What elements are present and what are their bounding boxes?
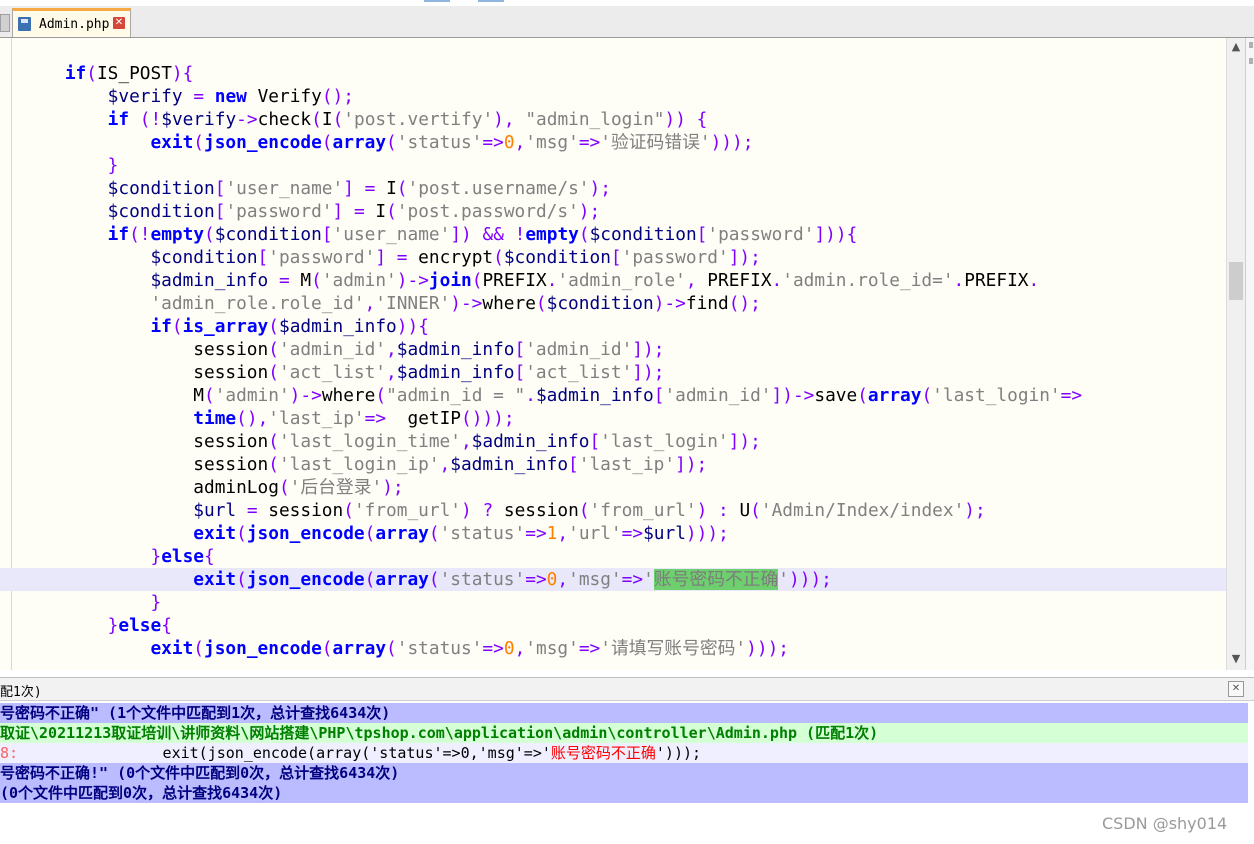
result-search-summary[interactable]: 号密码不正确!" (0个文件中匹配到0次，总计查找6434次) xyxy=(0,763,1248,783)
code-line[interactable]: exit(json_encode(array('status'=>1,'url'… xyxy=(22,522,1226,545)
side-panel-marker xyxy=(1249,42,1253,48)
result-file-line[interactable]: 取证\20211213取证培训\讲师资料\网站搭建\PHP\tpshop.com… xyxy=(0,723,1248,743)
current-code-line[interactable]: exit(json_encode(array('status'=>0,'msg'… xyxy=(0,568,1226,591)
scroll-down-icon[interactable]: ▼ xyxy=(1227,650,1245,668)
editor-vertical-scrollbar[interactable]: ▲ ▼ xyxy=(1226,38,1245,670)
result-match-line[interactable]: 8: exit(json_encode(array('status'=>0,'m… xyxy=(0,743,1248,763)
code-text[interactable]: if(IS_POST){ $verify = new Verify(); if … xyxy=(0,62,1226,660)
result-search-summary[interactable]: 号密码不正确" (1个文件中匹配到1次，总计查找6434次) xyxy=(0,703,1248,723)
code-line[interactable]: time(),'last_ip'=> getIP())); xyxy=(22,407,1226,430)
tab-scroll-left-button[interactable] xyxy=(0,14,10,32)
result-search-summary[interactable]: (0个文件中匹配到0次，总计查找6434次) xyxy=(0,783,1248,803)
scrollbar-thumb[interactable] xyxy=(1229,262,1243,300)
code-line[interactable]: session('admin_id',$admin_info['admin_id… xyxy=(22,338,1226,361)
code-line[interactable]: $admin_info = M('admin')->join(PREFIX.'a… xyxy=(22,269,1226,292)
code-line[interactable]: exit(json_encode(array('status'=>0,'msg'… xyxy=(22,637,1226,660)
code-line[interactable]: session('last_login_time',$admin_info['l… xyxy=(22,430,1226,453)
code-line[interactable]: session('last_login_ip',$admin_info['las… xyxy=(22,453,1226,476)
watermark: CSDN @shy014 xyxy=(1102,814,1228,833)
toolbar-remnant xyxy=(424,0,450,2)
find-results-titlebar: 配1次) ✕ xyxy=(0,677,1254,701)
tab-label: Admin.php xyxy=(39,17,110,32)
code-line[interactable]: $verify = new Verify(); xyxy=(22,85,1226,108)
code-line[interactable]: }else{ xyxy=(22,545,1226,568)
code-line[interactable]: if (!$verify->check(I('post.vertify'), "… xyxy=(22,108,1226,131)
tab-bar: Admin.php ✕ xyxy=(0,6,1254,38)
tab-admin-php[interactable]: Admin.php ✕ xyxy=(12,8,131,37)
code-line[interactable]: adminLog('后台登录'); xyxy=(22,476,1226,499)
code-line[interactable]: if(IS_POST){ xyxy=(22,62,1226,85)
find-results-list[interactable]: 号密码不正确" (1个文件中匹配到1次，总计查找6434次) 取证\2021121… xyxy=(0,703,1248,803)
code-line[interactable]: $condition['password'] = I('post.passwor… xyxy=(22,200,1226,223)
code-line[interactable]: if(!empty($condition['user_name']) && !e… xyxy=(22,223,1226,246)
side-panel-edge xyxy=(1245,38,1254,670)
close-results-icon[interactable]: ✕ xyxy=(1228,681,1244,697)
code-line[interactable]: }else{ xyxy=(22,614,1226,637)
save-file-icon xyxy=(18,17,31,31)
close-tab-icon[interactable]: ✕ xyxy=(113,17,125,29)
code-line[interactable]: $url = session('from_url') ? session('fr… xyxy=(22,499,1226,522)
scroll-up-icon[interactable]: ▲ xyxy=(1227,38,1245,56)
code-line[interactable]: exit(json_encode(array('status'=>0,'msg'… xyxy=(22,131,1226,154)
code-line[interactable]: } xyxy=(22,154,1226,177)
code-line[interactable]: if(is_array($admin_info)){ xyxy=(22,315,1226,338)
code-line[interactable]: $condition['user_name'] = I('post.userna… xyxy=(22,177,1226,200)
code-line[interactable]: $condition['password'] = encrypt($condit… xyxy=(22,246,1226,269)
find-results-title: 配1次) xyxy=(0,685,42,700)
toolbar-remnant xyxy=(478,0,504,2)
side-panel-marker xyxy=(1249,58,1253,64)
code-line[interactable]: M('admin')->where("admin_id = ".$admin_i… xyxy=(22,384,1226,407)
code-editor[interactable]: if(IS_POST){ $verify = new Verify(); if … xyxy=(0,38,1226,670)
code-line[interactable]: session('act_list',$admin_info['act_list… xyxy=(22,361,1226,384)
code-line[interactable]: 'admin_role.role_id','INNER')->where($co… xyxy=(22,292,1226,315)
code-line[interactable]: } xyxy=(22,591,1226,614)
